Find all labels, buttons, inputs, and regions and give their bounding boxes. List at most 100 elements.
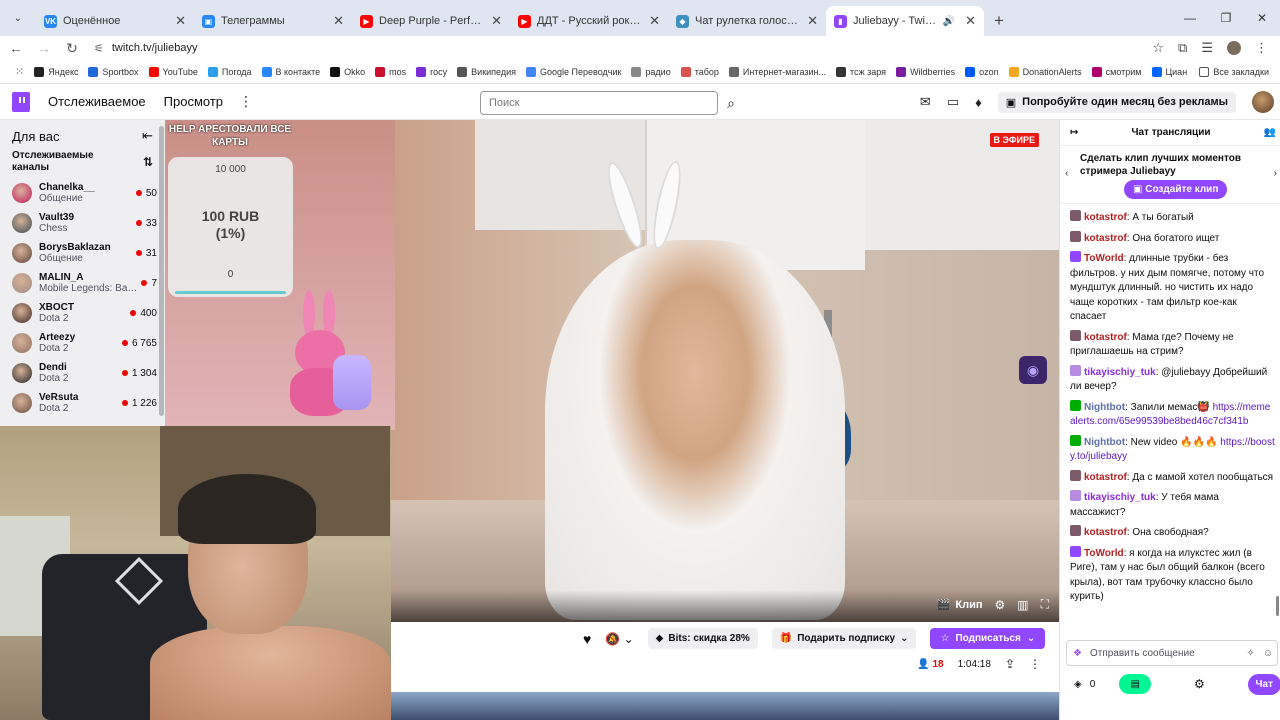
media-control-icon[interactable]: ☰ [1201, 40, 1213, 56]
browser-tab[interactable]: VK Оценённое ✕ [36, 6, 194, 36]
chat-badge-icon[interactable] [1070, 490, 1081, 501]
sidebar-scrollbar[interactable] [159, 126, 164, 416]
chat-username[interactable]: ToWorld [1084, 253, 1124, 264]
minimize-icon[interactable]: — [1172, 0, 1208, 36]
sidebar-channel-item[interactable]: BorysBaklazan Общение 31 [0, 238, 165, 268]
chat-username[interactable]: kotastrof [1084, 332, 1127, 343]
chat-badge-icon[interactable] [1070, 329, 1081, 341]
chat-scrollbar[interactable] [1276, 596, 1279, 616]
forward-icon[interactable]: → [32, 36, 56, 60]
bookmark-item[interactable]: Sportbox [83, 66, 143, 77]
twitch-logo-icon[interactable] [12, 91, 30, 112]
url-field[interactable]: ⚟ twitch.tv/juliebayy [84, 36, 1152, 60]
bookmark-item[interactable]: Okko [325, 66, 370, 77]
bookmark-item[interactable]: DonationAlerts [1004, 66, 1087, 77]
nav-browse-link[interactable]: Просмотр [164, 94, 223, 109]
chat-badge-icon[interactable] [1070, 230, 1081, 242]
sidebar-channel-item[interactable]: MALIN_AMobile Legends: Bang Bang 7 [0, 268, 165, 298]
chat-message-list[interactable]: kotastrof: А ты богатый kotastrof: Она бо… [1060, 208, 1280, 640]
bookmark-item[interactable]: Википедия [452, 66, 521, 77]
browser-tab[interactable]: ◆ Чат рулетка голосовая — Nekto.me ✕ [668, 6, 826, 36]
more-vertical-icon[interactable]: ⋮ [239, 93, 253, 110]
user-avatar[interactable] [1252, 91, 1274, 113]
bookmark-item[interactable]: rocy [411, 66, 452, 77]
chat-message-input[interactable]: ❖ Отправить сообщение ✧ ☺ [1066, 640, 1278, 666]
settings-gear-icon[interactable]: ⚙ [994, 598, 1005, 612]
share-icon[interactable]: ⇪ [1005, 657, 1015, 671]
bookmark-item[interactable]: Погода [203, 66, 257, 77]
chat-username[interactable]: kotastrof [1084, 472, 1127, 483]
bookmark-item[interactable]: радио [626, 66, 675, 77]
sidebar-channel-item[interactable]: XBOCT Dota 2 400 [0, 298, 165, 328]
fullscreen-icon[interactable]: ⛶ [1041, 597, 1049, 612]
tab-search-chevron-icon[interactable]: ⌄ [0, 0, 36, 36]
chat-username[interactable]: kotastrof [1084, 527, 1127, 538]
chat-badge-icon[interactable] [1070, 545, 1081, 557]
extensions-icon[interactable]: ⧉ [1178, 40, 1187, 56]
bookmark-item[interactable]: mos [370, 66, 411, 77]
more-options-icon[interactable]: ⋮ [1029, 657, 1041, 671]
nav-following-link[interactable]: Отслеживаемое [48, 94, 146, 109]
clip-button[interactable]: 🎬 Клип [937, 598, 983, 612]
gift-sub-button[interactable]: 🎁 Подарить подписку ⌄ [771, 628, 917, 649]
chevron-left-icon[interactable]: ‹ [1065, 168, 1068, 179]
all-bookmarks-link[interactable]: Все закладки [1194, 66, 1274, 77]
bookmark-item[interactable]: табор [676, 66, 724, 77]
chat-badge-icon[interactable] [1070, 364, 1081, 376]
chat-badge-icon[interactable] [1070, 525, 1081, 536]
chat-badge-icon[interactable]: ❖ [1073, 648, 1082, 659]
profile-avatar[interactable] [1227, 41, 1241, 55]
apps-grid-icon[interactable]: ⁙ [10, 65, 29, 78]
inbox-icon[interactable]: ✉ [920, 94, 931, 110]
tab-close-icon[interactable]: ✕ [807, 13, 818, 29]
podcast-overlay-icon[interactable]: ◉ [1019, 356, 1047, 384]
chat-settings-icon[interactable]: ⚙ [1194, 677, 1205, 691]
browser-menu-icon[interactable]: ⋮ [1255, 40, 1268, 56]
bonus-chest-button[interactable]: ▤ [1119, 674, 1152, 694]
chevron-right-icon[interactable]: › [1274, 168, 1277, 179]
browser-tab[interactable]: ▶ Deep Purple - Perfect Strangers ✕ [352, 6, 510, 36]
bookmark-item[interactable]: Интернет-магазин... [724, 66, 831, 77]
restore-icon[interactable]: ❐ [1208, 0, 1244, 36]
chat-username[interactable]: tikayischiy_tuk [1084, 492, 1156, 503]
chat-username[interactable]: Nightbot [1084, 402, 1125, 413]
bookmark-item[interactable]: Яндекс [29, 66, 83, 77]
bookmark-item[interactable]: YouTube [144, 66, 203, 77]
search-icon[interactable]: ⌕ [720, 91, 742, 115]
bits-discount-button[interactable]: ◆ Bits: скидка 28% [647, 628, 758, 649]
chat-username[interactable]: ToWorld [1084, 548, 1124, 559]
bookmark-item[interactable]: Wildberries [891, 66, 960, 77]
sidebar-channel-item[interactable]: Dendi Dota 2 1 304 [0, 358, 165, 388]
collapse-sidebar-icon[interactable]: ⇤ [142, 128, 153, 144]
create-clip-button[interactable]: ▣ Создайте клип [1124, 180, 1228, 199]
sidebar-channel-item[interactable]: Vault39 Chess 33 [0, 208, 165, 238]
sidebar-channel-item[interactable]: Arteezy Dota 2 6 765 [0, 328, 165, 358]
emote-picker-icon[interactable]: ☺ [1263, 648, 1273, 659]
chat-username[interactable]: Nightbot [1084, 437, 1125, 448]
tab-close-icon[interactable]: ✕ [965, 13, 976, 29]
chat-badge-icon[interactable] [1070, 399, 1081, 411]
bookmark-item[interactable]: ozon [960, 66, 1004, 77]
tab-close-icon[interactable]: ✕ [333, 13, 344, 29]
browser-tab[interactable]: ▶ ДДТ - Русский рок (Аудио) - YouTube ✕ [510, 6, 668, 36]
bookmark-item[interactable]: Циан [1147, 66, 1193, 77]
chat-users-icon[interactable]: 👥 [1264, 127, 1276, 138]
chat-username[interactable]: kotastrof [1084, 233, 1127, 244]
chat-username[interactable]: kotastrof [1084, 212, 1127, 223]
bookmark-star-icon[interactable]: ☆ [1152, 40, 1164, 56]
bookmark-item[interactable]: Google Переводчик [521, 66, 626, 77]
search-input[interactable]: Поиск [480, 91, 718, 115]
bookmark-item[interactable]: смотрим [1087, 66, 1147, 77]
chat-badge-icon[interactable] [1070, 469, 1081, 481]
chat-send-button[interactable]: Чат [1247, 673, 1280, 695]
chat-badge-icon[interactable] [1070, 434, 1081, 446]
close-window-icon[interactable]: ✕ [1244, 0, 1280, 36]
browser-tab[interactable]: ▣ Телеграммы ✕ [194, 6, 352, 36]
sidebar-channel-item[interactable]: VeRsuta Dota 2 1 226 [0, 388, 165, 418]
follow-heart-icon[interactable]: ♥ [583, 631, 591, 647]
chat-username[interactable]: tikayischiy_tuk [1084, 367, 1156, 378]
sort-icon[interactable]: ⇅ [143, 156, 153, 168]
browser-tab[interactable]: ▮ Juliebayy - Twitch 🔊 ✕ [826, 6, 984, 36]
chat-badge-icon[interactable] [1070, 210, 1081, 221]
reload-icon[interactable]: ↻ [60, 36, 84, 60]
